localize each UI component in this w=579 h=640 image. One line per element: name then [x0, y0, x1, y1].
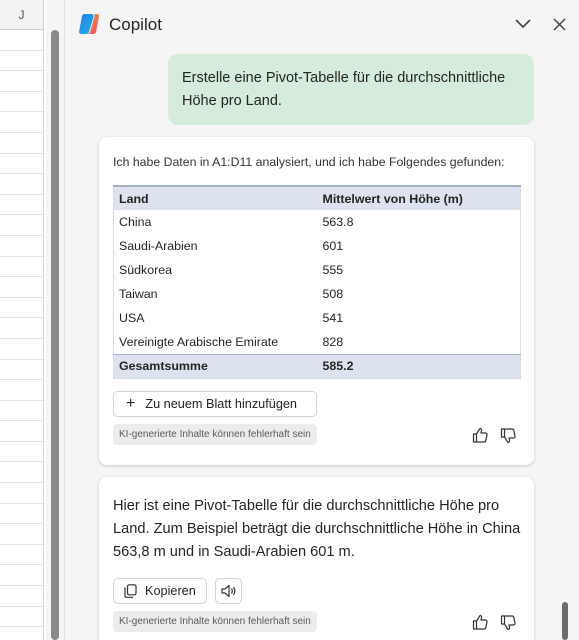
plus-icon: +	[126, 395, 136, 412]
copilot-logo-icon	[79, 14, 99, 34]
grid-row[interactable]	[0, 30, 43, 51]
table-header-cell: Mittelwert von Höhe (m)	[317, 185, 521, 210]
grid-row[interactable]	[0, 607, 43, 628]
grid-row[interactable]	[0, 401, 43, 422]
add-to-new-sheet-label: Zu neuem Blatt hinzufügen	[145, 397, 297, 411]
table-row: China 563.8	[114, 210, 521, 234]
table-cell: China	[119, 215, 152, 229]
copilot-pane: Copilot Erstelle eine Pivot-Tabelle für …	[65, 0, 579, 640]
copilot-header: Copilot	[65, 0, 579, 48]
collapse-button[interactable]	[513, 14, 533, 34]
grid-row[interactable]	[0, 298, 43, 319]
thumbs-up-icon[interactable]	[471, 426, 489, 444]
grid-row[interactable]	[0, 112, 43, 133]
table-cell: Gesamtsumme	[113, 353, 318, 378]
spreadsheet-grid[interactable]: J	[0, 0, 44, 640]
close-button[interactable]	[549, 14, 569, 34]
grid-row[interactable]	[0, 318, 43, 339]
table-total-row: Gesamtsumme 585.2	[113, 353, 521, 378]
sheet-scrollbar[interactable]	[46, 0, 64, 640]
thumbs-up-icon[interactable]	[471, 613, 489, 631]
table-row: Saudi-Arabien 601	[114, 234, 521, 258]
answer-card: Hier ist eine Pivot-Tabelle für die durc…	[99, 477, 534, 640]
grid-row[interactable]	[0, 154, 43, 175]
grid-row[interactable]	[0, 421, 43, 442]
sheet-scrollbar-thumb[interactable]	[51, 30, 59, 640]
grid-row[interactable]	[0, 339, 43, 360]
copy-label: Kopieren	[145, 584, 196, 598]
grid-row[interactable]	[0, 215, 43, 236]
grid-row[interactable]	[0, 195, 43, 216]
grid-row[interactable]	[0, 524, 43, 545]
copy-icon	[124, 584, 137, 598]
grid-row[interactable]	[0, 380, 43, 401]
chevron-down-icon	[515, 19, 531, 29]
response-card: Ich habe Daten in A1:D11 analysiert, und…	[99, 137, 534, 465]
table-row: Südkorea 555	[114, 258, 521, 282]
read-aloud-button[interactable]	[215, 578, 242, 604]
table-cell: 508	[322, 287, 344, 301]
thumbs-down-icon[interactable]	[499, 427, 517, 445]
user-message: Erstelle eine Pivot-Tabelle für die durc…	[168, 54, 534, 125]
grid-row[interactable]	[0, 565, 43, 587]
table-row: Taiwan 508	[114, 282, 521, 306]
grid-row[interactable]	[0, 71, 43, 92]
grid-row[interactable]	[0, 462, 43, 484]
table-cell: 563.8	[322, 215, 354, 229]
grid-row[interactable]	[0, 174, 43, 195]
grid-row[interactable]	[0, 360, 43, 381]
table-cell: Taiwan	[119, 287, 158, 301]
response-intro: Ich habe Daten in A1:D11 analysiert, und…	[113, 155, 505, 169]
speaker-icon	[221, 584, 236, 598]
table-cell: 541	[322, 311, 344, 325]
copy-button[interactable]: Kopieren	[113, 578, 207, 604]
grid-row[interactable]	[0, 545, 43, 566]
table-cell: 555	[322, 263, 344, 277]
add-to-new-sheet-button[interactable]: + Zu neuem Blatt hinzufügen	[113, 391, 317, 417]
table-cell: Saudi-Arabien	[119, 239, 198, 253]
pane-scrollbar-thumb[interactable]	[562, 602, 568, 640]
table-header-row: Land Mittelwert von Höhe (m)	[113, 185, 521, 210]
ai-disclaimer: KI-generierte Inhalte können fehlerhaft …	[113, 611, 317, 632]
table-cell: Vereinigte Arabische Emirate	[119, 334, 279, 349]
grid-row[interactable]	[0, 483, 43, 504]
table-cell: 828	[322, 334, 344, 349]
table-cell: 601	[322, 239, 344, 253]
grid-row[interactable]	[0, 51, 43, 72]
table-header-cell: Land	[113, 185, 318, 210]
ai-disclaimer: KI-generierte Inhalte können fehlerhaft …	[113, 424, 317, 445]
thumbs-down-icon[interactable]	[499, 614, 517, 632]
table-cell: Südkorea	[119, 263, 173, 277]
grid-row[interactable]	[0, 442, 43, 463]
grid-row[interactable]	[0, 257, 43, 278]
grid-row[interactable]	[0, 586, 43, 607]
pivot-table: Land Mittelwert von Höhe (m) China 563.8…	[113, 185, 521, 379]
copilot-title: Copilot	[109, 15, 162, 34]
table-row: Vereinigte Arabische Emirate 828	[114, 330, 521, 354]
table-cell: 585.2	[317, 353, 521, 378]
grid-row[interactable]	[0, 504, 43, 525]
answer-text: Hier ist eine Pivot-Tabelle für die durc…	[113, 498, 521, 560]
grid-row[interactable]	[0, 92, 43, 113]
grid-row[interactable]	[0, 277, 43, 298]
grid-row[interactable]	[0, 133, 43, 154]
grid-row[interactable]	[0, 236, 43, 257]
table-cell: USA	[119, 311, 145, 325]
column-header-j[interactable]: J	[0, 0, 43, 30]
table-row: USA 541	[114, 306, 521, 330]
close-icon	[552, 17, 566, 31]
